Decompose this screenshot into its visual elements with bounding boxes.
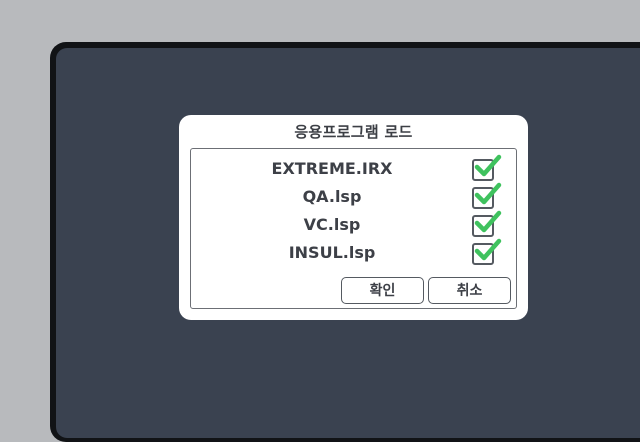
- check-icon: [474, 210, 502, 233]
- list-item: EXTREME.IRX: [191, 154, 516, 183]
- item-label: EXTREME.IRX: [271, 159, 393, 178]
- item-checkbox[interactable]: [472, 154, 502, 181]
- dialog-title: 응용프로그램 로드: [294, 123, 413, 141]
- ok-button[interactable]: 확인: [341, 277, 424, 304]
- load-application-dialog: 응용프로그램 로드 EXTREME.IRX QA.lsp VC.lsp INSU…: [179, 115, 528, 320]
- cancel-button[interactable]: 취소: [428, 277, 511, 304]
- check-icon: [474, 154, 502, 177]
- check-icon: [474, 238, 502, 261]
- item-label: INSUL.lsp: [288, 243, 376, 262]
- list-item: INSUL.lsp: [191, 238, 516, 267]
- item-label: VC.lsp: [303, 215, 361, 234]
- item-checkbox[interactable]: [472, 238, 502, 265]
- application-list-panel: EXTREME.IRX QA.lsp VC.lsp INSUL.lsp 확인 취…: [190, 148, 517, 309]
- list-item: VC.lsp: [191, 210, 516, 239]
- item-checkbox[interactable]: [472, 182, 502, 209]
- item-label: QA.lsp: [302, 187, 362, 206]
- item-checkbox[interactable]: [472, 210, 502, 237]
- list-item: QA.lsp: [191, 182, 516, 211]
- check-icon: [474, 182, 502, 205]
